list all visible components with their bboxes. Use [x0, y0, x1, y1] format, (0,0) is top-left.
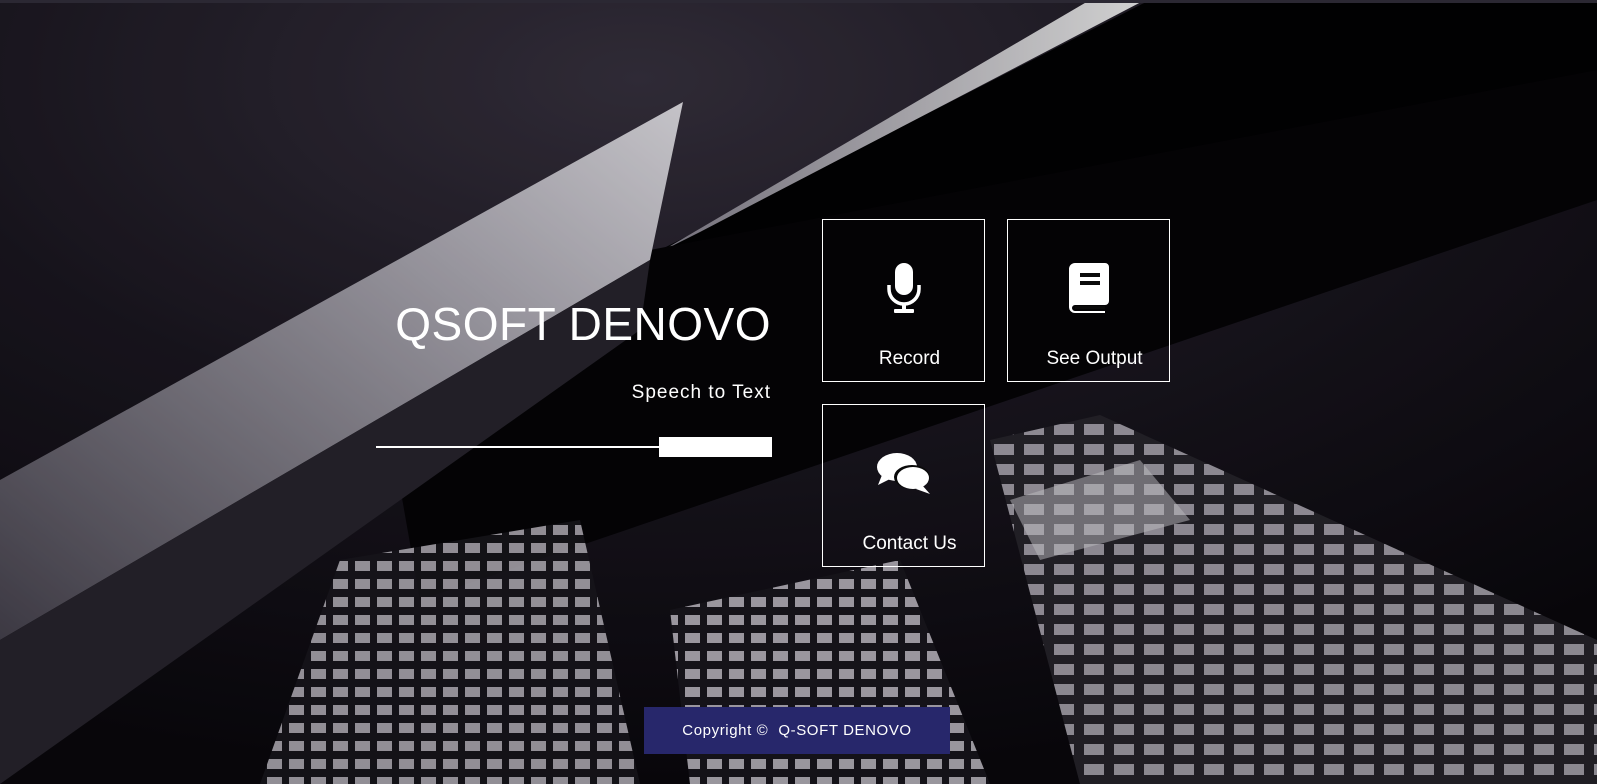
book-icon: [1008, 262, 1169, 314]
brand: QSOFT DENOVO: [395, 296, 771, 352]
top-border: [0, 0, 1597, 3]
contact-us-button[interactable]: Contact Us: [822, 404, 985, 567]
page: QSOFT DENOVO Speech to Text Record See O…: [0, 0, 1597, 784]
microphone-icon: [823, 262, 984, 314]
copyright-label: Copyright ©: [682, 722, 769, 739]
divider-line: [376, 446, 660, 448]
brand-title: QSOFT DENOVO: [395, 298, 771, 350]
contact-us-label: Contact Us: [862, 533, 957, 554]
comments-icon: [823, 447, 984, 499]
footer-copyright: Copyright © Q-SOFT DENOVO: [644, 707, 950, 754]
see-output-label: See Output: [1046, 348, 1143, 369]
divider-block: [659, 437, 772, 457]
background-image: [0, 0, 1597, 784]
company-name: Q-SOFT DENOVO: [778, 722, 912, 739]
brand-subtitle: Speech to Text: [631, 382, 771, 403]
see-output-button[interactable]: See Output: [1007, 219, 1170, 382]
record-button[interactable]: Record: [822, 219, 985, 382]
record-label: Record: [878, 348, 941, 369]
